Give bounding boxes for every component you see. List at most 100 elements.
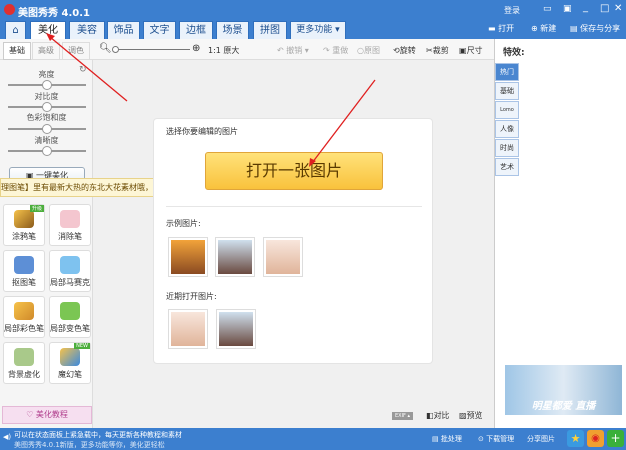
preview-label: 预览 (466, 411, 483, 420)
open-image-panel: 选择你要编辑的图片 打开一张图片 示例图片: 近期打开图片: (153, 118, 433, 364)
new-button[interactable]: ⊕ 新建 (531, 23, 556, 34)
share-image-button[interactable]: 分享图片 (527, 434, 555, 444)
contrast-slider[interactable] (8, 102, 86, 112)
sharpness-slider[interactable] (8, 146, 86, 156)
close-button[interactable]: ✕ (614, 3, 622, 14)
title-bar: 美图秀秀 4.0.1 登录 ▭ ▣ _ □ ✕ (0, 0, 626, 19)
batch-button[interactable]: ▤ 批处理 (432, 434, 462, 444)
size-label: 尺寸 (466, 46, 483, 55)
open-image-label: 打开一张图片 (245, 161, 342, 180)
cutout-pen-tool[interactable]: 抠图笔 (3, 250, 45, 292)
tab-beauty[interactable]: 美容 (69, 21, 105, 39)
saturation-slider[interactable] (8, 124, 86, 134)
recent-label: 近期打开图片: (166, 292, 217, 301)
background-blur-tool[interactable]: 背景虚化 (3, 342, 45, 384)
tab-frame[interactable]: 边框 (179, 21, 213, 39)
effect-tab-basic[interactable]: 基础 (495, 82, 519, 100)
rotate-label: 旋转 (399, 46, 416, 55)
save-share-button[interactable]: ▤ 保存与分享 (570, 23, 620, 34)
tab-more[interactable]: 更多功能 ▾ (290, 21, 346, 39)
paint-bucket-icon (60, 302, 80, 320)
more-share-icon[interactable]: + (607, 430, 624, 447)
qzone-icon[interactable]: ★ (567, 430, 584, 447)
subtab-basic[interactable]: 基础 (3, 42, 31, 60)
saturation-label: 色彩饱和度 (26, 113, 67, 122)
subtab-advanced[interactable]: 高级 (32, 42, 60, 60)
tutorial-label: 美化教程 (35, 410, 68, 419)
feedback-icon[interactable]: ▭ (543, 4, 552, 14)
redo-button[interactable]: ↷ 重做 (323, 45, 348, 56)
doodle-pen-tool[interactable]: 涂鸦笔 升级 (3, 204, 45, 246)
sharpness-label: 清晰度 (34, 136, 59, 145)
effect-tab-portrait[interactable]: 人像 (495, 120, 519, 138)
status-bar: ◀) 可以在状态面板上紧急载中，每天更新各种教程和素材 美图秀秀4.0.1新版，… (0, 428, 626, 450)
recolor-pen-tool[interactable]: 局部变色笔 (49, 296, 91, 338)
tool-label: 背景虚化 (8, 370, 40, 379)
subtab-color[interactable]: 调色 (62, 42, 90, 60)
original-button[interactable]: ○原图 (357, 45, 380, 56)
recent-image-2[interactable] (216, 309, 256, 349)
tool-label: 魔幻笔 (58, 370, 82, 379)
effect-tab-lomo[interactable]: Lomo (495, 101, 519, 119)
actual-size-button[interactable]: 1:1 原大 (208, 45, 239, 56)
size-button[interactable]: ▣尺寸 (459, 45, 483, 56)
tutorial-button[interactable]: ♡ 美化教程 (2, 406, 92, 424)
undo-label: 撤销 (286, 46, 303, 55)
mosaic-tool[interactable]: 局部马赛克 (49, 250, 91, 292)
example-image-1[interactable] (168, 237, 208, 277)
tab-accessories[interactable]: 饰品 (107, 21, 140, 39)
eraser-icon (60, 210, 80, 228)
zoom-out-icon[interactable]: 🔍︎ (99, 43, 112, 54)
tab-scene[interactable]: 场景 (216, 21, 249, 39)
login-link[interactable]: 登录 (504, 5, 520, 16)
download-manager-button[interactable]: ⊙ 下载管理 (478, 434, 514, 444)
zoom-slider[interactable] (112, 46, 190, 53)
divider (166, 206, 422, 207)
preview-button[interactable]: ▨预览 (459, 410, 483, 421)
tab-beautify[interactable]: 美化 (30, 21, 66, 39)
exif-button[interactable]: EXIF ▴ (392, 412, 414, 420)
zoom-in-icon[interactable]: ⊕ (192, 43, 200, 54)
skin-icon[interactable]: ▣ (563, 4, 572, 14)
magic-pen-tool[interactable]: 魔幻笔 NEW (49, 342, 91, 384)
ad-banner[interactable]: 明星都爱 直播 (505, 365, 622, 415)
crop-label: 裁剪 (432, 46, 449, 55)
status-line-1: 可以在状态面板上紧急载中，每天更新各种教程和素材 (14, 431, 182, 439)
effects-panel: 特效: 热门 基础 Lomo 人像 时尚 艺术 明星都爱 直播 (494, 39, 626, 428)
tab-text[interactable]: 文字 (143, 21, 176, 39)
effect-tab-hot[interactable]: 热门 (495, 63, 519, 81)
open-label: 打开 (498, 24, 515, 33)
tab-collage[interactable]: 拼图 (253, 21, 287, 39)
effect-tab-art[interactable]: 艺术 (495, 158, 519, 176)
app-logo-icon (4, 4, 15, 15)
speaker-icon: ◀) (3, 433, 12, 441)
compare-label: 对比 (433, 411, 450, 420)
zoom-slider-knob[interactable] (112, 46, 119, 53)
example-image-2[interactable] (215, 237, 255, 277)
app-title: 美图秀秀 4.0.1 (18, 8, 90, 19)
example-image-3[interactable] (263, 237, 303, 277)
undo-button[interactable]: ↶ 撤销 ▾ (277, 45, 309, 56)
status-line-2: 美图秀秀4.0.1新版，更多功能等你，美化更轻松 (14, 441, 165, 449)
compare-button[interactable]: ◧对比 (426, 410, 450, 421)
save-share-label: 保存与分享 (580, 24, 621, 33)
effect-tab-fashion[interactable]: 时尚 (495, 139, 519, 157)
brightness-slider[interactable] (8, 80, 86, 90)
tool-label: 局部变色笔 (50, 324, 90, 333)
rotate-button[interactable]: ⟲旋转 (393, 45, 416, 56)
eraser-pen-tool[interactable]: 消除笔 (49, 204, 91, 246)
open-button[interactable]: ▬ 打开 (488, 23, 514, 34)
original-label: 原图 (363, 46, 380, 55)
effects-title: 特效: (503, 48, 525, 58)
tool-label: 局部马赛克 (50, 278, 90, 287)
weibo-icon[interactable]: ◉ (587, 430, 604, 447)
cutout-pen-icon (14, 256, 34, 274)
color-pen-tool[interactable]: 局部彩色笔 (3, 296, 45, 338)
recent-image-1[interactable] (168, 309, 208, 349)
crop-button[interactable]: ✂裁剪 (426, 45, 449, 56)
maximize-button[interactable]: □ (600, 3, 609, 14)
examples-label: 示例图片: (166, 219, 201, 228)
open-image-button[interactable]: 打开一张图片 (205, 152, 383, 190)
minimize-button[interactable]: _ (583, 2, 588, 13)
home-tab[interactable]: ⌂ (5, 21, 26, 39)
